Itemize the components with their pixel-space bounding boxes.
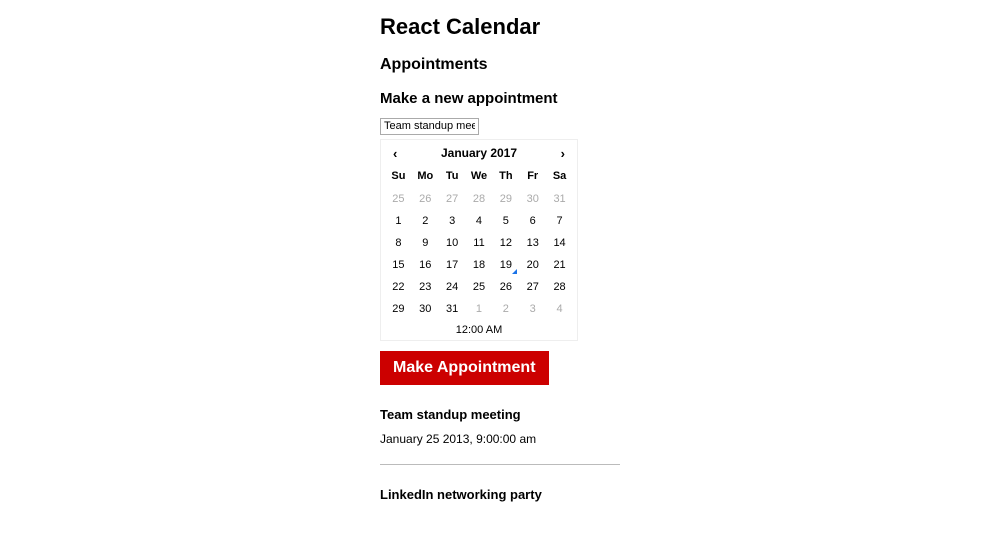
calendar-day[interactable]: 19 — [492, 254, 519, 276]
calendar-day[interactable]: 17 — [439, 254, 466, 276]
appointment-title-input[interactable] — [380, 118, 479, 135]
calendar-day[interactable]: 10 — [439, 232, 466, 254]
calendar-day[interactable]: 1 — [385, 210, 412, 232]
date-picker: ‹ January 2017 › SuMoTuWeThFrSa252627282… — [380, 139, 578, 341]
calendar-day[interactable]: 1 — [466, 298, 493, 320]
calendar-day[interactable]: 28 — [546, 276, 573, 298]
calendar-day[interactable]: 29 — [492, 188, 519, 210]
calendar-day[interactable]: 25 — [466, 276, 493, 298]
calendar-day[interactable]: 27 — [439, 188, 466, 210]
calendar-day[interactable]: 24 — [439, 276, 466, 298]
calendar-day[interactable]: 2 — [492, 298, 519, 320]
calendar-day[interactable]: 18 — [466, 254, 493, 276]
divider — [380, 464, 620, 465]
calendar-day[interactable]: 16 — [412, 254, 439, 276]
dow-header: We — [466, 167, 493, 188]
calendar-day[interactable]: 23 — [412, 276, 439, 298]
calendar-day[interactable]: 26 — [412, 188, 439, 210]
new-appointment-heading: Make a new appointment — [380, 90, 1000, 107]
calendar-day[interactable]: 15 — [385, 254, 412, 276]
calendar-day[interactable]: 8 — [385, 232, 412, 254]
calendar-day[interactable]: 21 — [546, 254, 573, 276]
dow-header: Th — [492, 167, 519, 188]
month-label[interactable]: January 2017 — [401, 146, 556, 160]
calendar-day[interactable]: 25 — [385, 188, 412, 210]
appointment-title: LinkedIn networking party — [380, 487, 1000, 502]
next-month-button[interactable]: › — [557, 146, 569, 161]
calendar-day[interactable]: 20 — [519, 254, 546, 276]
calendar-day[interactable]: 7 — [546, 210, 573, 232]
calendar-day[interactable]: 29 — [385, 298, 412, 320]
calendar-day[interactable]: 9 — [412, 232, 439, 254]
calendar-day[interactable]: 4 — [546, 298, 573, 320]
prev-month-button[interactable]: ‹ — [389, 146, 401, 161]
page-title: React Calendar — [380, 14, 1000, 40]
appointment-date: January 25 2013, 9:00:00 am — [380, 432, 1000, 446]
calendar-day[interactable]: 31 — [546, 188, 573, 210]
time-display[interactable]: 12:00 AM — [381, 320, 577, 336]
calendar-day[interactable]: 11 — [466, 232, 493, 254]
calendar-day[interactable]: 13 — [519, 232, 546, 254]
make-appointment-button[interactable]: Make Appointment — [380, 351, 549, 385]
dow-header: Su — [385, 167, 412, 188]
appointment-title: Team standup meeting — [380, 407, 1000, 422]
appointments-heading: Appointments — [380, 56, 1000, 74]
calendar-day[interactable]: 31 — [439, 298, 466, 320]
dow-header: Fr — [519, 167, 546, 188]
calendar-day[interactable]: 4 — [466, 210, 493, 232]
calendar-day[interactable]: 6 — [519, 210, 546, 232]
calendar-day[interactable]: 14 — [546, 232, 573, 254]
calendar-day[interactable]: 3 — [519, 298, 546, 320]
dow-header: Sa — [546, 167, 573, 188]
calendar-day[interactable]: 28 — [466, 188, 493, 210]
calendar-day[interactable]: 3 — [439, 210, 466, 232]
calendar-day[interactable]: 26 — [492, 276, 519, 298]
calendar-day[interactable]: 12 — [492, 232, 519, 254]
calendar-day[interactable]: 27 — [519, 276, 546, 298]
calendar-day[interactable]: 5 — [492, 210, 519, 232]
calendar-day[interactable]: 30 — [412, 298, 439, 320]
calendar-day[interactable]: 2 — [412, 210, 439, 232]
calendar-day[interactable]: 30 — [519, 188, 546, 210]
dow-header: Tu — [439, 167, 466, 188]
dow-header: Mo — [412, 167, 439, 188]
calendar-day[interactable]: 22 — [385, 276, 412, 298]
